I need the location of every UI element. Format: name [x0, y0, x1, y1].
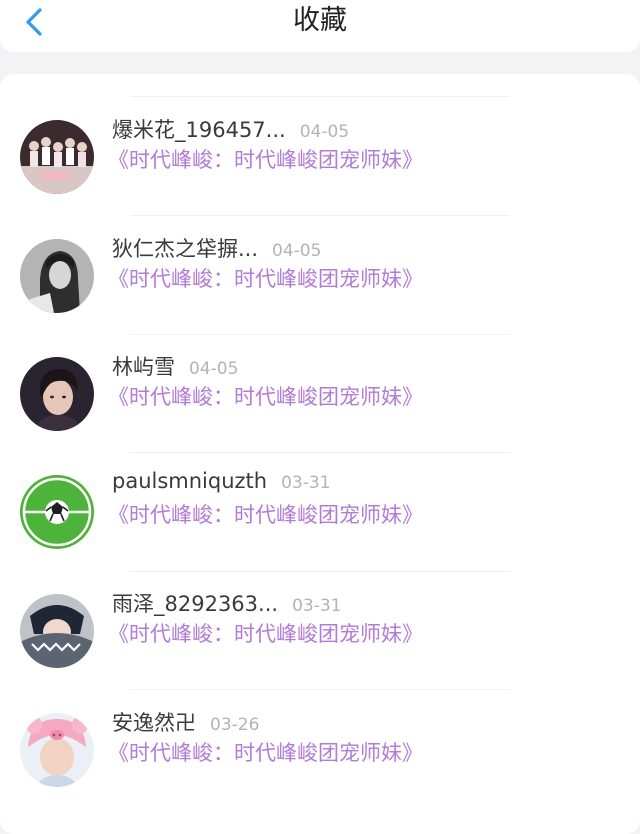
- soccer-ball-avatar[interactable]: [20, 475, 94, 549]
- date: 03-26: [210, 715, 260, 735]
- username[interactable]: 林屿雪: [112, 355, 175, 379]
- pig-hat-avatar[interactable]: [20, 713, 94, 787]
- header-bar: 收藏: [0, 0, 640, 52]
- username[interactable]: 雨泽_8292363...: [112, 592, 278, 616]
- article-title-link[interactable]: 《时代峰峻：时代峰峻团宠师妹》: [108, 263, 423, 293]
- item-meta: 爆米花_196457... 04-05: [112, 114, 349, 144]
- list-item[interactable]: 安逸然卍 03-26 《时代峰峻：时代峰峻团宠师妹》: [0, 693, 640, 811]
- date: 03-31: [281, 473, 331, 493]
- article-title-link[interactable]: 《时代峰峻：时代峰峻团宠师妹》: [108, 144, 423, 174]
- list-divider: [130, 689, 510, 690]
- list-divider: [130, 215, 510, 216]
- page-title: 收藏: [293, 5, 347, 36]
- list-item[interactable]: 林屿雪 04-05 《时代峰峻：时代峰峻团宠师妹》: [0, 337, 640, 455]
- username[interactable]: paulsmniquzth: [112, 469, 267, 493]
- list-item[interactable]: paulsmniquzth 03-31 《时代峰峻：时代峰峻团宠师妹》: [0, 455, 640, 573]
- date: 03-31: [292, 596, 342, 616]
- shark-hood-avatar[interactable]: [20, 594, 94, 668]
- article-title-link[interactable]: 《时代峰峻：时代峰峻团宠师妹》: [108, 737, 423, 767]
- grayscale-portrait-avatar[interactable]: [20, 239, 94, 313]
- portrait-avatar[interactable]: [20, 357, 94, 431]
- date: 04-05: [299, 122, 350, 142]
- list-divider: [130, 571, 510, 572]
- list-item[interactable]: 雨泽_8292363... 03-31 《时代峰峻：时代峰峻团宠师妹》: [0, 574, 640, 692]
- username[interactable]: 狄仁杰之牮摒...: [112, 237, 258, 261]
- group-photo-avatar[interactable]: [20, 120, 94, 194]
- list-divider: [130, 96, 510, 97]
- username[interactable]: 安逸然卍: [112, 711, 196, 735]
- favorites-list: 爆米花_196457... 04-05 《时代峰峻：时代峰峻团宠师妹》 狄仁杰之牮…: [0, 74, 640, 834]
- item-meta: paulsmniquzth 03-31: [112, 469, 331, 493]
- item-meta: 林屿雪 04-05: [112, 351, 238, 381]
- item-meta: 雨泽_8292363... 03-31: [112, 588, 341, 618]
- article-title-link[interactable]: 《时代峰峻：时代峰峻团宠师妹》: [108, 499, 423, 529]
- item-meta: 安逸然卍 03-26: [112, 707, 259, 737]
- list-divider: [130, 452, 510, 453]
- list-item[interactable]: 狄仁杰之牮摒... 04-05 《时代峰峻：时代峰峻团宠师妹》: [0, 219, 640, 337]
- list-item[interactable]: 爆米花_196457... 04-05 《时代峰峻：时代峰峻团宠师妹》: [0, 100, 640, 218]
- article-title-link[interactable]: 《时代峰峻：时代峰峻团宠师妹》: [108, 618, 423, 648]
- date: 04-05: [272, 241, 322, 261]
- article-title-link[interactable]: 《时代峰峻：时代峰峻团宠师妹》: [108, 381, 423, 411]
- list-divider: [130, 334, 510, 335]
- date: 04-05: [189, 359, 239, 379]
- username[interactable]: 爆米花_196457...: [112, 118, 286, 142]
- item-meta: 狄仁杰之牮摒... 04-05: [112, 233, 321, 263]
